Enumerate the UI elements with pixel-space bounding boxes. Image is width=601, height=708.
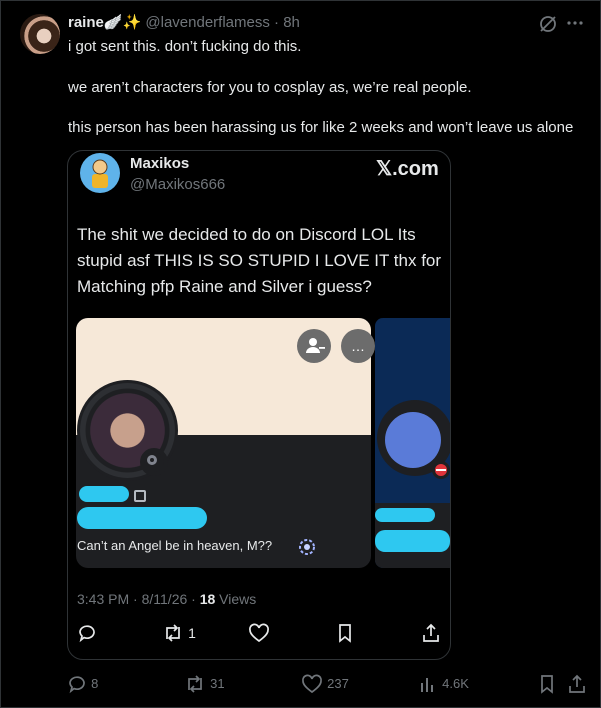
views-button[interactable]: 4.6K [418,674,469,694]
repost-count: 31 [210,676,225,692]
more-icon[interactable] [565,13,585,33]
views-icon [418,674,438,694]
scribble-redaction-2 [77,507,207,529]
quoted-reply-icon[interactable] [77,623,97,643]
quoted-time[interactable]: 3:43 PM [77,591,129,607]
header-separator: · [269,14,284,31]
quoted-text-line-3: Matching pfp Raine and Silver i guess? [77,277,372,296]
post-text-line-2: we aren’t characters for you to cosplay … [68,79,472,96]
reply-count: 8 [91,676,99,692]
repost-icon [184,674,206,694]
share-icon[interactable] [567,674,587,694]
reply-button[interactable]: 8 [67,674,98,694]
quoted-author-avatar[interactable] [80,153,120,193]
bookmark-icon[interactable] [537,674,557,694]
like-count: 237 [327,676,349,692]
quoted-meta-separator-2: · [187,591,200,607]
quoted-author-name[interactable]: Maxikos [130,155,189,172]
media-image-2[interactable] [375,318,450,568]
quoted-meta: 3:43 PM · 8/11/26 · 18 Views [77,591,256,607]
quoted-date[interactable]: 8/11/26 [142,591,188,607]
note-icon [134,490,146,502]
post-text-line-3: this person has been harassing us for li… [68,119,574,136]
author-avatar[interactable] [20,14,60,54]
quoted-author-handle[interactable]: @Maxikos666 [130,176,225,193]
quoted-views-label: Views [215,591,257,607]
quoted-text-line-1: The shit we decided to do on Discord LOL… [77,225,416,244]
status-indicator [140,448,168,476]
post-header: raine🪽✨ @lavenderflamess · 8h [68,13,300,33]
badge-icon [298,538,316,556]
scribble-redaction-1 [79,486,129,502]
quoted-text-line-2: stupid asf THIS IS SO STUPID I LOVE IT t… [77,251,442,270]
x-logo: 𝕏.com [376,158,439,180]
views-count: 4.6K [442,676,469,692]
profile-bio: Can’t an Angel be in heaven, M?? [77,538,273,553]
author-name[interactable]: raine [68,14,104,31]
quoted-repost-button[interactable]: 1 [162,623,196,643]
like-button[interactable]: 237 [301,674,349,694]
author-emojis: 🪽✨ [103,14,142,31]
quoted-views-count: 18 [199,591,216,607]
quoted-like-icon[interactable] [248,623,270,643]
author-handle[interactable]: @lavenderflamess [145,14,269,31]
quoted-meta-separator: · [129,591,142,607]
quoted-share-icon[interactable] [421,623,441,643]
reply-icon [67,674,87,694]
quoted-bookmark-icon[interactable] [335,623,355,643]
quoted-repost-icon [162,623,184,643]
quoted-repost-count: 1 [188,625,196,642]
media-more-icon: … [341,329,375,363]
grok-icon[interactable] [538,14,558,34]
add-friend-icon [297,329,331,363]
post-time[interactable]: 8h [283,14,300,31]
like-icon [301,674,323,694]
repost-button[interactable]: 31 [184,674,225,694]
post-text-line-1: i got sent this. don’t fucking do this. [68,38,302,55]
